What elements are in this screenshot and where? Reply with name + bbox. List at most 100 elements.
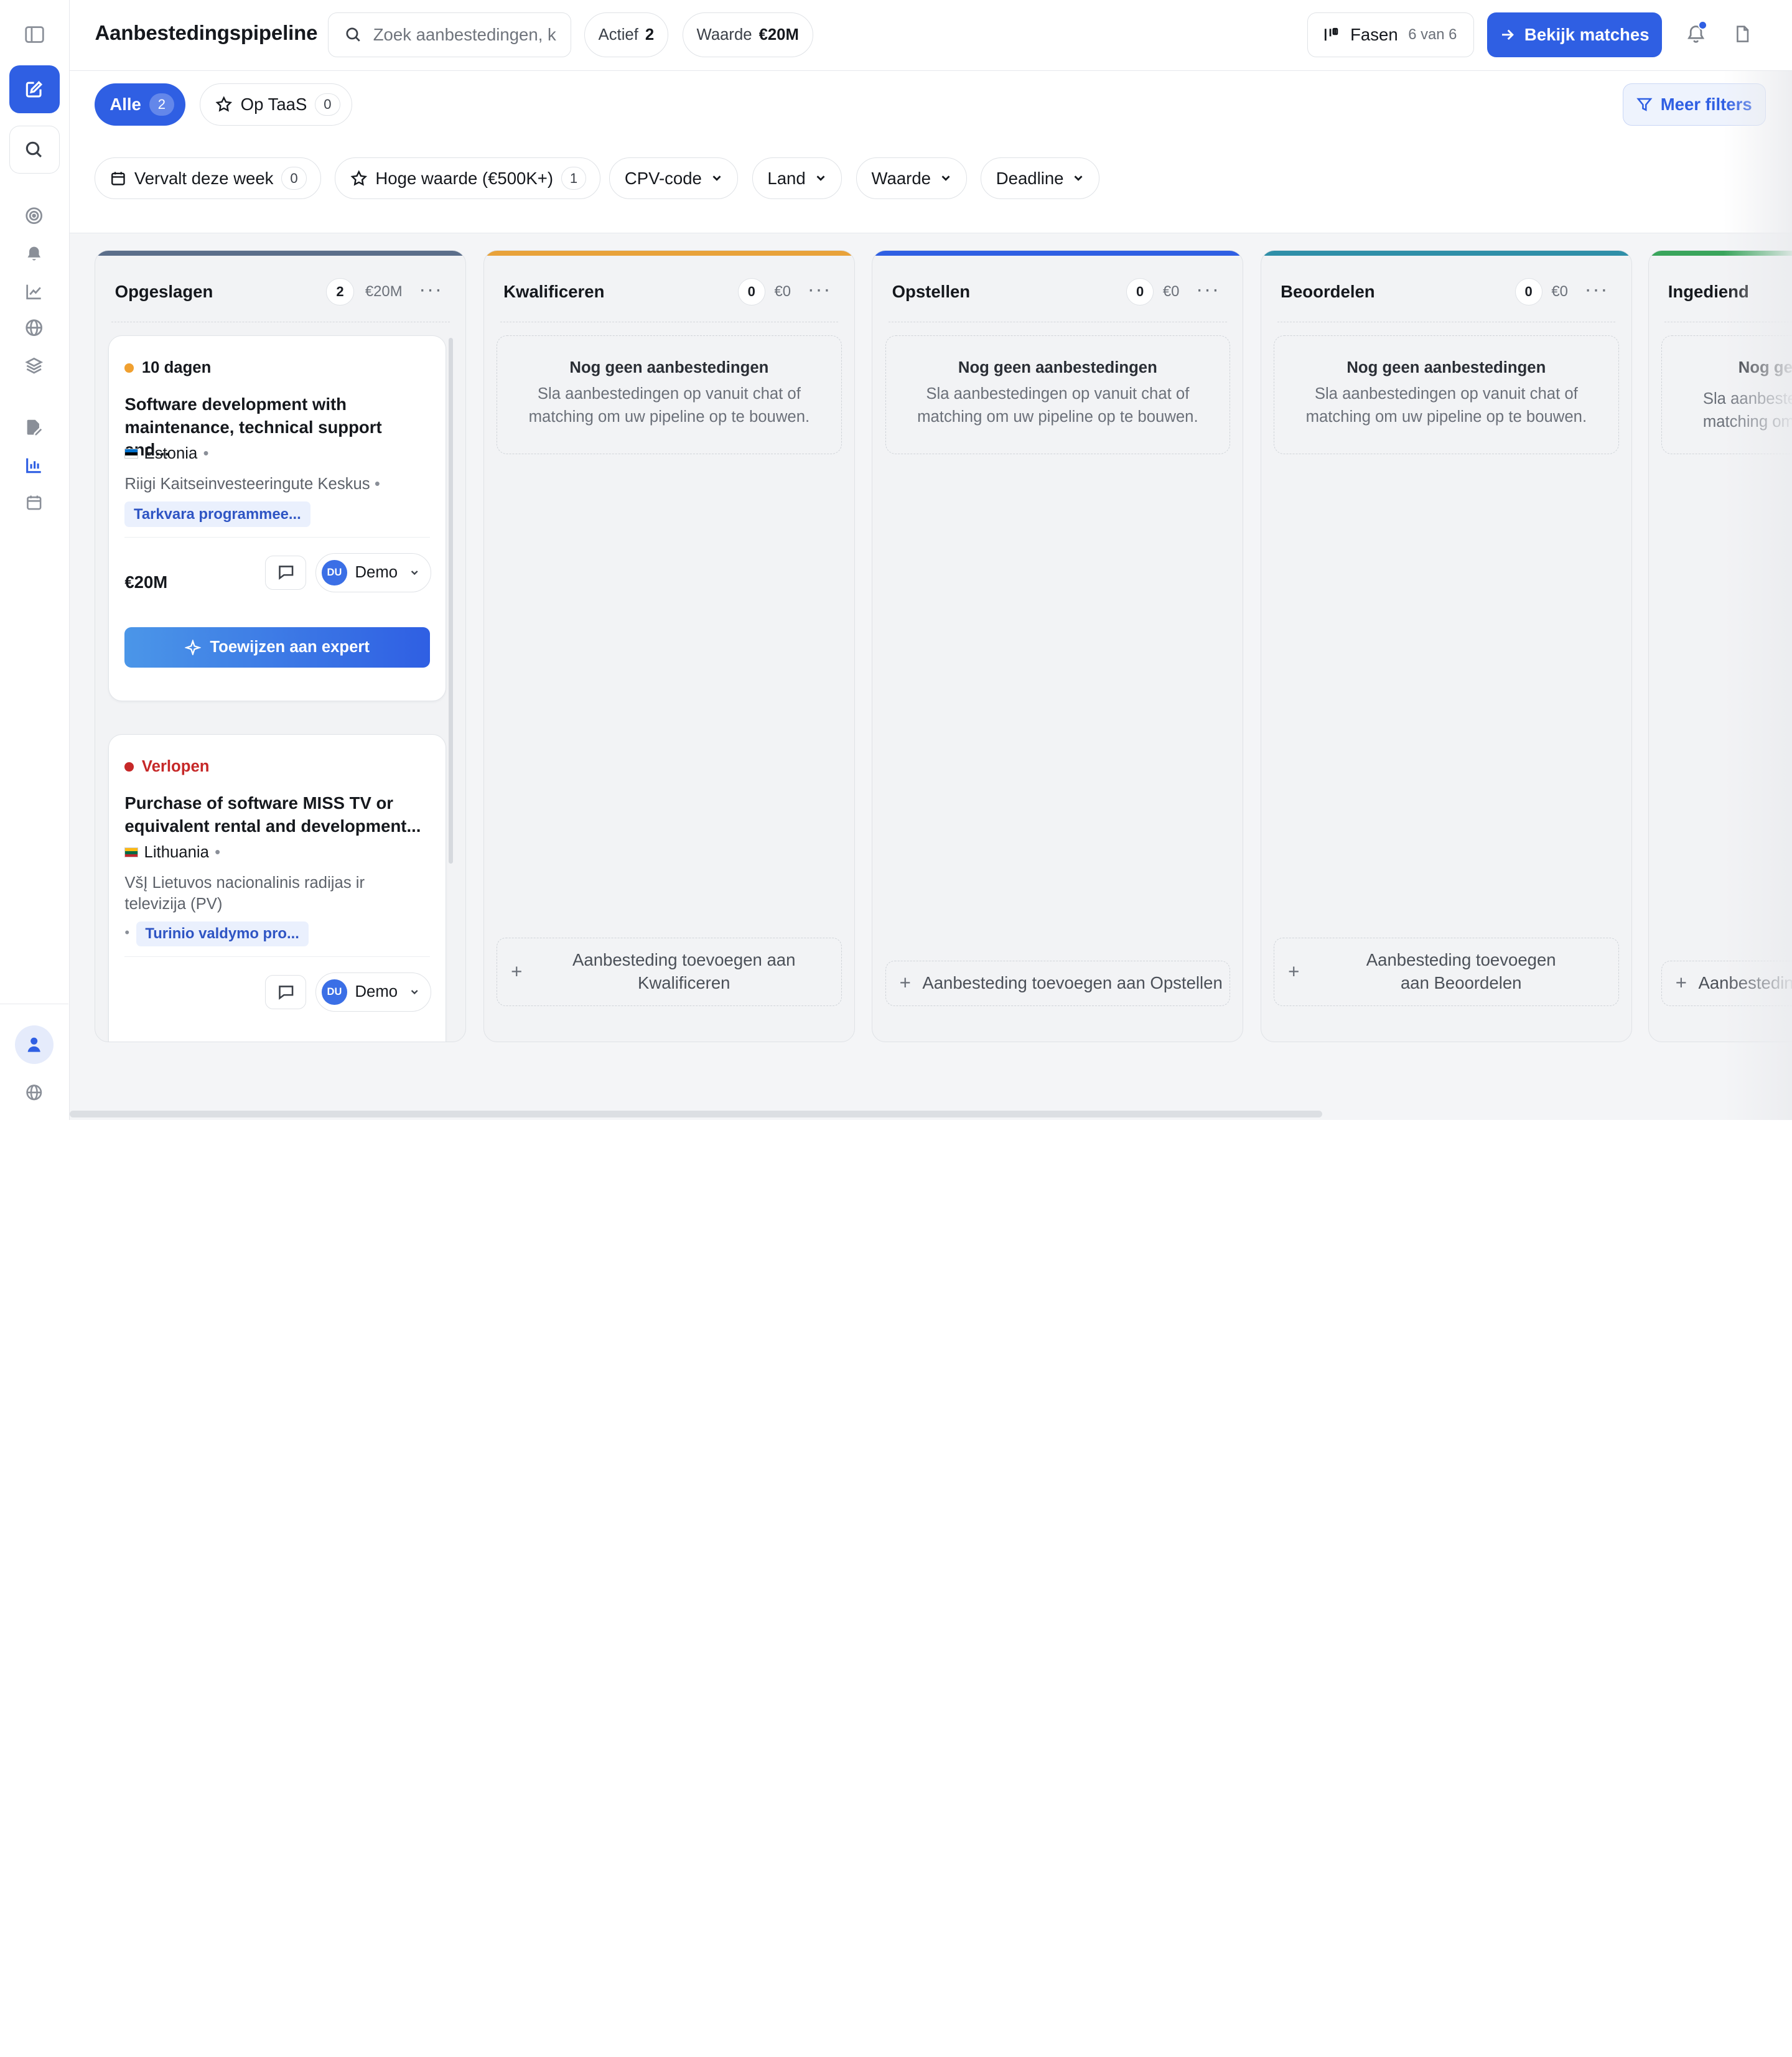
column-menu-button[interactable]: ··· bbox=[419, 279, 443, 300]
comment-button[interactable] bbox=[265, 974, 307, 1009]
calendar-icon[interactable] bbox=[23, 492, 46, 515]
empty-state: Nog ge Sla aanbeste matching om bbox=[1661, 335, 1792, 455]
separator-dot: • bbox=[215, 843, 221, 861]
empty-state-title: Nog geen aanbestedingen bbox=[958, 358, 1157, 376]
deadline-indicator: Verlopen bbox=[124, 758, 209, 776]
assignee-dropdown[interactable]: DU Demo bbox=[315, 553, 431, 592]
chevron-down-icon bbox=[411, 571, 419, 576]
active-label: Actief bbox=[598, 26, 638, 44]
phases-label: Fasen bbox=[1350, 25, 1398, 45]
deadline-label: Verlopen bbox=[141, 757, 210, 775]
filter-chip-label: CPV-code bbox=[624, 168, 702, 188]
view-matches-button[interactable]: Bekijk matches bbox=[1486, 12, 1662, 57]
column-value: €0 bbox=[1162, 282, 1180, 300]
card-value: €20M bbox=[124, 572, 168, 592]
column-scrollbar[interactable] bbox=[448, 337, 454, 864]
phases-button[interactable]: Fasen 6 van 6 bbox=[1307, 12, 1475, 57]
country-name: Estonia bbox=[144, 444, 198, 462]
segment-all-count: 2 bbox=[149, 93, 175, 116]
empty-state-subtitle: Sla aanbestedingen op vanuit chat of mat… bbox=[1305, 385, 1587, 426]
segment-op-taas[interactable]: Op TaaS 0 bbox=[200, 83, 352, 126]
add-tender-button[interactable]: + Aanbesteding toevoegen aan Opstellen bbox=[885, 960, 1231, 1007]
layers-icon[interactable] bbox=[23, 354, 46, 377]
column-menu-button[interactable]: ··· bbox=[1196, 279, 1220, 300]
card-buyer: Riigi Kaitseinvesteeringute Keskus • bbox=[124, 473, 429, 495]
compose-button[interactable] bbox=[9, 65, 60, 113]
empty-state: Nog geen aanbestedingen Sla aanbesteding… bbox=[497, 335, 842, 455]
column-opgeslagen: Opgeslagen 2 €20M ··· 10 dagen Software … bbox=[95, 250, 467, 1043]
separator-dot: • bbox=[203, 444, 209, 462]
notifications-button[interactable] bbox=[1684, 21, 1707, 46]
column-menu-button[interactable]: ··· bbox=[1585, 279, 1609, 300]
phases-count: 6 van 6 bbox=[1408, 26, 1457, 44]
column-header: Opgeslagen 2 €20M ··· bbox=[95, 256, 465, 323]
document-edit-icon[interactable] bbox=[23, 416, 46, 439]
column-value: €20M bbox=[365, 282, 403, 300]
column-header: Kwalificeren 0 €0 ··· bbox=[484, 256, 854, 323]
separator-dot: • bbox=[124, 925, 130, 941]
sidebar bbox=[0, 0, 70, 1120]
search-box[interactable] bbox=[328, 12, 572, 57]
filter-chip-label: Hoge waarde (€500K+) bbox=[375, 168, 554, 188]
total-value-pill[interactable]: Waarde €20M bbox=[682, 12, 813, 57]
bar-chart-icon[interactable] bbox=[23, 454, 46, 477]
plus-icon: + bbox=[1675, 972, 1687, 994]
user-icon bbox=[27, 1037, 41, 1052]
active-count-pill[interactable]: Actief 2 bbox=[584, 12, 669, 57]
search-button[interactable] bbox=[9, 126, 60, 174]
cpv-tag[interactable]: Turinio valdymo pro... bbox=[136, 921, 309, 946]
empty-state-subtitle: Sla aanbeste matching om bbox=[1702, 389, 1792, 431]
column-menu-button[interactable]: ··· bbox=[808, 279, 832, 300]
column-count: 0 bbox=[1514, 278, 1542, 306]
assignee-dropdown[interactable]: DU Demo bbox=[315, 973, 431, 1012]
more-filters-label: Meer filters bbox=[1660, 95, 1752, 114]
add-tender-button[interactable]: + Aanbesteding toevoegen aan Kwalificere… bbox=[497, 938, 842, 1007]
tender-card[interactable]: Verlopen Purchase of software MISS TV or… bbox=[108, 734, 447, 1042]
segment-all[interactable]: Alle 2 bbox=[95, 83, 186, 126]
filter-chip-deadline[interactable]: Deadline bbox=[980, 157, 1100, 199]
add-tender-button[interactable]: + Aanbesteding toevoegen aan Beoordelen bbox=[1274, 938, 1619, 1007]
filter-chip-high-value[interactable]: Hoge waarde (€500K+) 1 bbox=[335, 157, 601, 199]
filter-funnel-icon bbox=[1636, 98, 1653, 111]
comment-button[interactable] bbox=[265, 555, 307, 590]
tender-card[interactable]: 10 dagen Software development with maint… bbox=[108, 335, 447, 701]
document-button[interactable] bbox=[1732, 23, 1755, 46]
column-opstellen: Opstellen 0 €0 ··· Nog geen aanbesteding… bbox=[872, 250, 1244, 1043]
search-input[interactable] bbox=[373, 25, 567, 45]
filter-chip-cpv-code[interactable]: CPV-code bbox=[609, 157, 738, 199]
column-title: Beoordelen bbox=[1281, 281, 1375, 301]
column-count: 2 bbox=[326, 278, 354, 306]
target-icon[interactable] bbox=[23, 205, 46, 228]
filter-chip-country[interactable]: Land bbox=[752, 157, 842, 199]
assign-expert-button[interactable]: Toewijzen aan expert bbox=[124, 627, 430, 668]
deadline-dot bbox=[124, 762, 134, 772]
column-accent-bar bbox=[872, 251, 1243, 256]
segment-all-label: Alle bbox=[110, 95, 141, 114]
plus-icon: + bbox=[511, 960, 523, 982]
card-country: Estonia • bbox=[124, 445, 208, 463]
column-title: Opstellen bbox=[892, 281, 971, 301]
bell-icon[interactable] bbox=[23, 242, 46, 265]
filter-chip-value[interactable]: Waarde bbox=[856, 157, 967, 199]
comment-icon bbox=[278, 985, 293, 1000]
more-filters-button[interactable]: Meer filters bbox=[1623, 83, 1766, 126]
column-accent-bar bbox=[95, 251, 466, 256]
user-avatar[interactable] bbox=[14, 1025, 54, 1064]
sidebar-toggle-icon[interactable] bbox=[23, 23, 46, 46]
document-icon bbox=[1737, 26, 1749, 43]
globe-icon[interactable] bbox=[23, 317, 46, 340]
filter-chip-expires-this-week[interactable]: Vervalt deze week 0 bbox=[95, 157, 321, 199]
chevron-down-icon bbox=[1074, 175, 1083, 182]
chevron-down-icon bbox=[941, 175, 950, 182]
language-globe-icon[interactable] bbox=[23, 1081, 46, 1104]
board-horizontal-scrollbar[interactable] bbox=[70, 1111, 1323, 1118]
filter-chip-count: 1 bbox=[561, 167, 587, 190]
add-tender-button[interactable]: + Aanbestedin bbox=[1661, 960, 1792, 1007]
cpv-tag[interactable]: Tarkvara programmee... bbox=[124, 501, 310, 527]
column-title: Ingediend bbox=[1668, 281, 1749, 301]
trend-chart-icon[interactable] bbox=[23, 280, 46, 303]
card-title[interactable]: Purchase of software MISS TV or equivale… bbox=[124, 792, 429, 837]
column-count: 0 bbox=[1126, 278, 1154, 306]
empty-state-title: Nog geen aanbestedingen bbox=[569, 358, 769, 376]
assign-expert-label: Toewijzen aan expert bbox=[210, 638, 370, 656]
